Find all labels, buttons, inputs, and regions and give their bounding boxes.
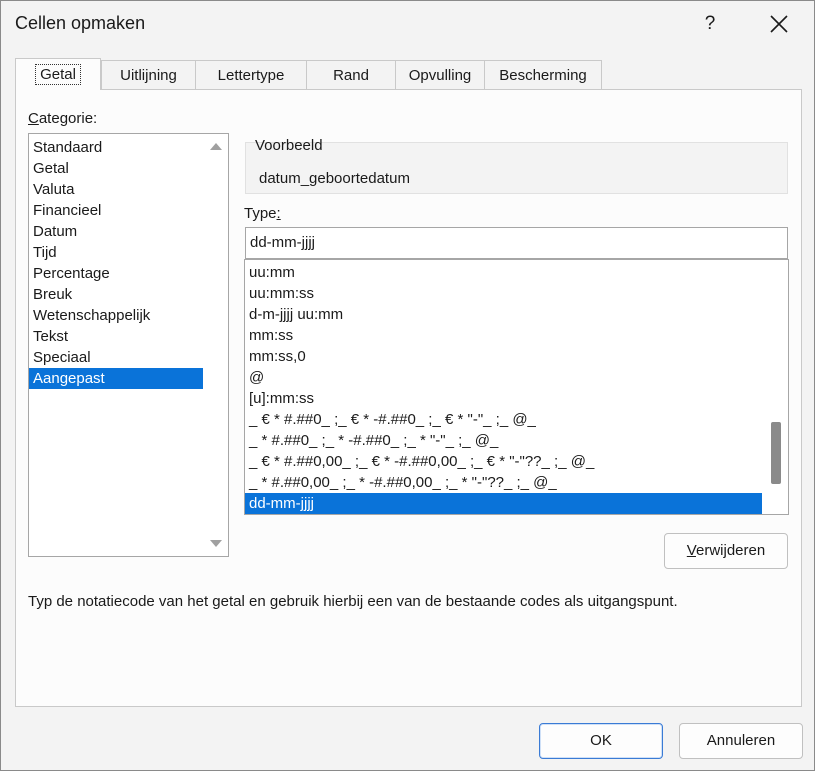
type-input[interactable]: dd-mm-jjjj [245,227,788,259]
category-list: Standaard Getal Valuta Financieel Datum Tijd P… [29,134,228,389]
close-button[interactable] [763,9,795,39]
type-label: Type: [244,205,281,222]
category-item[interactable]: Breuk [29,284,228,305]
scroll-up-arrow-icon[interactable] [210,143,222,150]
cancel-button[interactable]: Annuleren [679,723,803,759]
type-list: uu:mm uu:mm:ss d-m-jjjj uu:mm mm:ss mm:ss,0 @… [245,260,762,514]
sample-group: Voorbeeld datum_geboortedatum [245,137,788,194]
tab-lettertype[interactable]: Lettertype [195,60,307,90]
tab-panel-getal: Categorie: Standaard Getal Valuta Financiee… [15,89,802,707]
category-item[interactable]: Tijd [29,242,228,263]
type-item[interactable]: _ € * #.##0,00_ ;_ € * -#.##0,00_ ;_ € *… [245,451,762,472]
type-item[interactable]: @ [245,367,762,388]
category-item[interactable]: Percentage [29,263,228,284]
type-item[interactable]: dd-mm-jjjj [245,493,762,514]
tab-bescherming[interactable]: Bescherming [484,60,602,90]
delete-button[interactable]: Verwijderen [664,533,788,569]
tab-getal[interactable]: Getal [15,58,101,90]
ok-button[interactable]: OK [539,723,663,759]
scroll-down-arrow-icon[interactable] [210,540,222,547]
type-scrollbar-thumb[interactable] [771,422,781,484]
type-item[interactable]: mm:ss,0 [245,346,762,367]
type-item[interactable]: _ * #.##0_ ;_ * -#.##0_ ;_ * "-"_ ;_ @_ [245,430,762,451]
category-item[interactable]: Standaard [29,137,228,158]
type-item[interactable]: _ € * #.##0_ ;_ € * -#.##0_ ;_ € * "-"_ … [245,409,762,430]
category-item[interactable]: Aangepast [29,368,228,389]
type-scrollbar[interactable] [763,260,788,514]
category-item[interactable]: Getal [29,158,228,179]
title-bar: Cellen opmaken ? [1,1,814,47]
tab-opvulling[interactable]: Opvulling [395,60,485,90]
hint-text: Typ de notatiecode van het getal en gebr… [28,593,678,610]
type-item[interactable]: uu:mm:ss [245,283,762,304]
category-listbox[interactable]: Standaard Getal Valuta Financieel Datum Tijd P… [28,133,229,557]
type-listbox[interactable]: uu:mm uu:mm:ss d-m-jjjj uu:mm mm:ss mm:ss,0 @… [244,259,789,515]
category-item[interactable]: Valuta [29,179,228,200]
type-item[interactable]: _ * #.##0,00_ ;_ * -#.##0,00_ ;_ * "-"??… [245,472,762,493]
type-item[interactable]: [u]:mm:ss [245,388,762,409]
tab-label: Getal [35,64,81,85]
type-item[interactable]: uu:mm [245,262,762,283]
format-cells-dialog: Cellen opmaken ? Getal Uitlijning Letter… [0,0,815,771]
category-item[interactable]: Tekst [29,326,228,347]
category-label: Categorie: [28,110,98,127]
category-item[interactable]: Financieel [29,200,228,221]
tab-uitlijning[interactable]: Uitlijning [101,60,196,90]
type-item[interactable]: d-m-jjjj uu:mm [245,304,762,325]
category-item[interactable]: Datum [29,221,228,242]
sample-legend: Voorbeeld [255,137,323,154]
type-item[interactable]: mm:ss [245,325,762,346]
tab-rand[interactable]: Rand [306,60,396,90]
close-icon [770,15,788,33]
sample-value: datum_geboortedatum [259,170,410,187]
dialog-title: Cellen opmaken [15,13,146,33]
help-button[interactable]: ? [695,9,725,39]
category-scrollbar[interactable] [203,134,228,556]
category-item[interactable]: Speciaal [29,347,228,368]
category-item[interactable]: Wetenschappelijk [29,305,228,326]
